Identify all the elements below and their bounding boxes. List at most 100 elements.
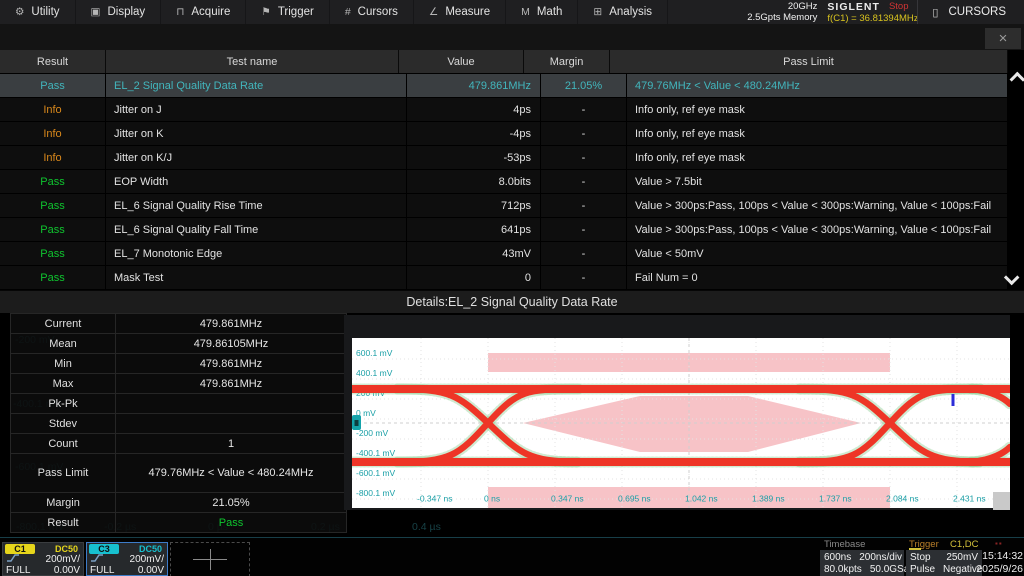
test-name-cell: Jitter on K bbox=[106, 122, 407, 145]
channel-box-c1[interactable]: C1DC50200mV/FULL0.00V bbox=[2, 542, 84, 576]
stat-value: 479.861MHz bbox=[116, 374, 346, 393]
pass-limit-cell: Value > 300ps:Pass, 100ps < Value < 300p… bbox=[627, 218, 1008, 241]
stat-label: Margin bbox=[11, 493, 116, 512]
pass-limit-cell: Info only, ref eye mask bbox=[627, 146, 1008, 169]
time-axis-label: 0.695 ns bbox=[618, 494, 651, 504]
analysis-icon: ⊞ bbox=[593, 6, 602, 18]
table-row[interactable]: InfoJitter on K/J-53ps-Info only, ref ey… bbox=[0, 146, 1008, 170]
test-name-cell: Jitter on J bbox=[106, 98, 407, 121]
table-row[interactable]: PassEL_7 Monotonic Edge43mV-Value < 50mV bbox=[0, 242, 1008, 266]
trigger-type: Pulse bbox=[910, 564, 935, 575]
channel-box-c3[interactable]: C3DC50200mV/FULL0.00V bbox=[86, 542, 168, 576]
voltage-axis-label: -600.1 mV bbox=[356, 468, 396, 478]
pass-limit-cell: Value > 7.5bit bbox=[627, 170, 1008, 193]
table-row[interactable]: InfoJitter on K-4ps-Info only, ref eye m… bbox=[0, 122, 1008, 146]
menu-item-trigger[interactable]: ⚑Trigger bbox=[246, 0, 329, 24]
menu-item-display[interactable]: ▣Display bbox=[76, 0, 162, 24]
menu-item-acquire[interactable]: ⊓Acquire bbox=[161, 0, 246, 24]
test-name-cell: EL_2 Signal Quality Data Rate bbox=[106, 74, 407, 97]
test-name-cell: EL_6 Signal Quality Fall Time bbox=[106, 218, 407, 241]
time-axis-label: 0.347 ns bbox=[551, 494, 584, 504]
bandwidth-limit-label: FULL bbox=[6, 565, 30, 576]
table-row[interactable]: PassMask Test0-Fail Num = 0 bbox=[0, 266, 1008, 290]
menu-bar: ⚙ Utility ▣Display⊓Acquire⚑Trigger#Cursors… bbox=[0, 0, 1024, 24]
time-axis-label: -0.347 ns bbox=[417, 494, 452, 504]
value-cell: 8.0bits bbox=[407, 170, 541, 193]
pass-limit-cell: 479.76MHz < Value < 480.24MHz bbox=[627, 74, 1008, 97]
measure-icon: ∠ bbox=[429, 6, 438, 18]
timebase-scale: 200ns/div bbox=[859, 552, 902, 563]
stat-value: 1 bbox=[116, 434, 346, 453]
table-row[interactable]: PassEL_2 Signal Quality Data Rate479.861… bbox=[0, 74, 1008, 98]
stat-label: Current bbox=[11, 314, 116, 333]
menu-item-label: Utility bbox=[31, 6, 59, 18]
menu-item-measure[interactable]: ∠Measure bbox=[414, 0, 506, 24]
scroll-down-button[interactable] bbox=[1009, 272, 1020, 283]
voltage-axis-label: -200 mV bbox=[356, 428, 388, 438]
channel-tab: C3 bbox=[89, 544, 119, 554]
stats-row: Max479.861MHz bbox=[11, 374, 346, 394]
stats-row: Margin21.05% bbox=[11, 493, 346, 513]
scroll-up-button[interactable] bbox=[1009, 74, 1020, 85]
timebase-box[interactable]: 600ns 200ns/div 80.0kpts 50.0GSa/s bbox=[820, 550, 904, 576]
table-row[interactable]: InfoJitter on J4ps-Info only, ref eye ma… bbox=[0, 98, 1008, 122]
stat-value: 479.861MHz bbox=[116, 314, 346, 333]
margin-cell: - bbox=[541, 146, 627, 169]
channel-tab: C1 bbox=[5, 544, 35, 554]
menu-item-analysis[interactable]: ⊞Analysis bbox=[578, 0, 668, 24]
time-axis-label: 2.084 ns bbox=[886, 494, 919, 504]
eye-diagram-plot: 600.1 mV400.1 mV200 mV0 mV-200 mV-400.1 … bbox=[352, 338, 1010, 508]
menu-item-cursors[interactable]: #Cursors bbox=[330, 0, 414, 24]
menu-item-utility[interactable]: ⚙ Utility bbox=[0, 0, 76, 24]
stat-label: Max bbox=[11, 374, 116, 393]
menu-item-label: Trigger bbox=[278, 6, 314, 18]
status-cluster: 20GHz 2.5Gpts Memory SIGLENT Stop f(C1) … bbox=[747, 0, 1024, 24]
cursors-label: CURSORS bbox=[948, 6, 1006, 18]
table-row[interactable]: PassEL_6 Signal Quality Rise Time712ps-V… bbox=[0, 194, 1008, 218]
test-name-cell: Jitter on K/J bbox=[106, 146, 407, 169]
memory-label: 2.5Gpts Memory bbox=[747, 12, 817, 23]
resize-handle[interactable] bbox=[993, 492, 1010, 510]
stat-value bbox=[116, 414, 346, 433]
stat-value: 21.05% bbox=[116, 493, 346, 512]
stat-value: 479.861MHz bbox=[116, 354, 346, 373]
trigger-box[interactable]: Stop 250mV Pulse Negative bbox=[906, 550, 982, 576]
margin-cell: - bbox=[541, 218, 627, 241]
value-cell: 0 bbox=[407, 266, 541, 289]
acquisition-info: 20GHz 2.5Gpts Memory bbox=[747, 1, 817, 23]
mask-region-eye bbox=[523, 396, 861, 452]
menu-item-label: Math bbox=[537, 6, 563, 18]
stat-value bbox=[116, 394, 346, 413]
coupling-label: DC50 bbox=[55, 544, 81, 554]
add-channel-slot[interactable] bbox=[170, 542, 250, 576]
frequency-counter: f(C1) = 36.81394MHz bbox=[827, 13, 913, 24]
offset-label: 0.00V bbox=[54, 565, 80, 576]
table-row[interactable]: PassEOP Width8.0bits-Value > 7.5bit bbox=[0, 170, 1008, 194]
stats-row: Current479.861MHz bbox=[11, 314, 346, 334]
stats-row: Count1 bbox=[11, 434, 346, 454]
results-panel-titlebar: × bbox=[0, 24, 1024, 50]
display-icon: ▣ bbox=[91, 6, 101, 18]
pass-limit-cell: Value < 50mV bbox=[627, 242, 1008, 265]
stats-row: Min479.861MHz bbox=[11, 354, 346, 374]
cursors-button[interactable]: ▯ CURSORS bbox=[917, 0, 1024, 24]
result-badge: Pass bbox=[0, 194, 106, 217]
eye-diagram-svg: 600.1 mV400.1 mV200 mV0 mV-200 mV-400.1 … bbox=[352, 338, 1010, 508]
table-row[interactable]: PassEL_6 Signal Quality Fall Time641ps-V… bbox=[0, 218, 1008, 242]
voltage-axis-label: -800.1 mV bbox=[356, 488, 396, 498]
menu-item-math[interactable]: MMath bbox=[506, 0, 578, 24]
gear-icon: ⚙ bbox=[15, 6, 24, 18]
timebase-delay: 600ns bbox=[824, 552, 851, 563]
plus-icon bbox=[210, 549, 211, 570]
chevron-up-icon bbox=[1010, 72, 1024, 88]
brand-block: SIGLENT Stop f(C1) = 36.81394MHz bbox=[827, 1, 913, 24]
stat-label: Mean bbox=[11, 334, 116, 353]
offset-label: 0.00V bbox=[138, 565, 164, 576]
close-button[interactable]: × bbox=[985, 28, 1021, 49]
details-title: Details:EL_2 Signal Quality Data Rate bbox=[0, 290, 1024, 313]
stats-row: ResultPass bbox=[11, 513, 346, 532]
margin-cell: - bbox=[541, 98, 627, 121]
time-axis-label: 2.431 ns bbox=[953, 494, 986, 504]
acquire-icon: ⊓ bbox=[176, 6, 184, 18]
result-badge: Pass bbox=[0, 74, 106, 97]
